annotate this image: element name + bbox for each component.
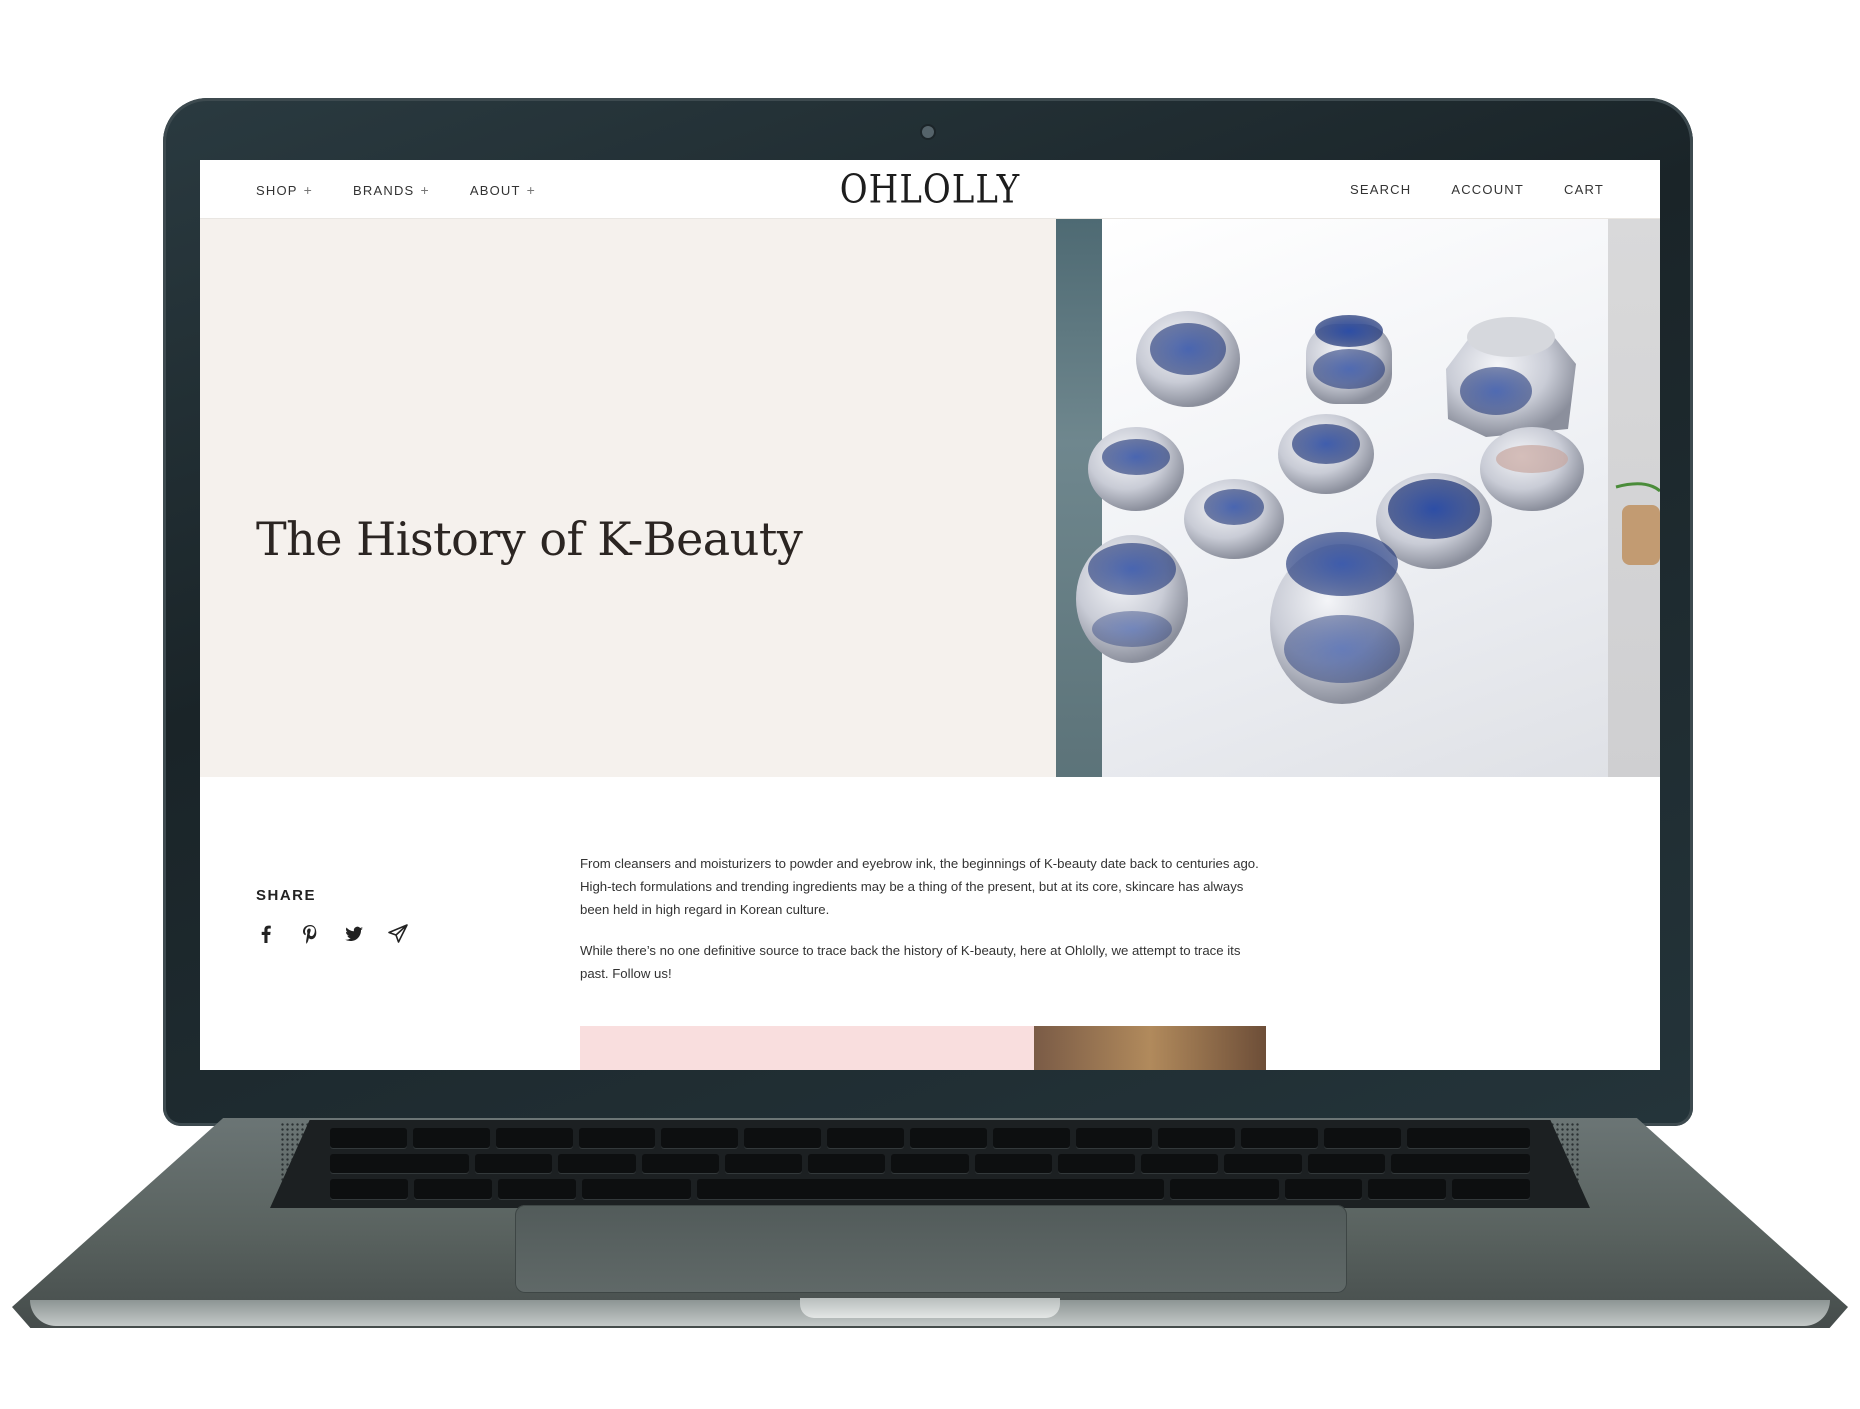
jar-6	[1480, 427, 1584, 511]
jar-1	[1136, 311, 1240, 407]
article-image-pink-block	[580, 1026, 1034, 1070]
laptop-screen: SHOP + BRANDS + ABOUT + OHLOLLY SEARCH ACCO…	[200, 160, 1660, 1070]
send-icon[interactable]	[386, 922, 410, 946]
nav-account[interactable]: ACCOUNT	[1451, 182, 1524, 197]
share-label: SHARE	[256, 887, 317, 904]
article-paragraph: While there’s no one definitive source t…	[580, 943, 1241, 981]
plant-stem	[1615, 482, 1660, 493]
article-image	[580, 1026, 1266, 1070]
jar-7	[1184, 479, 1284, 559]
utility-nav: SEARCH ACCOUNT CART	[1350, 182, 1604, 197]
jar-4	[1088, 427, 1184, 511]
trackpad	[515, 1205, 1347, 1293]
pinterest-icon[interactable]	[298, 922, 322, 946]
webcam	[922, 126, 934, 138]
blue-white-porcelain-jars-image	[1056, 219, 1660, 777]
article-body: From cleansers and moisturizers to powde…	[580, 852, 1270, 1003]
jar-5	[1278, 414, 1374, 494]
facebook-icon[interactable]	[254, 922, 278, 946]
share-icons	[254, 922, 410, 946]
nav-search[interactable]: SEARCH	[1350, 182, 1411, 197]
decor-object	[1622, 505, 1660, 565]
keyboard	[270, 1120, 1590, 1208]
nav-cart[interactable]: CART	[1564, 182, 1604, 197]
jar-9	[1076, 535, 1188, 663]
article-paragraph: From cleansers and moisturizers to powde…	[580, 856, 1259, 917]
jar-10	[1270, 532, 1414, 704]
laptop-lid-notch	[800, 1298, 1060, 1318]
jar-2	[1306, 315, 1392, 404]
jar-3	[1446, 317, 1576, 437]
twitter-icon[interactable]	[342, 922, 366, 946]
site-header: SHOP + BRANDS + ABOUT + OHLOLLY SEARCH ACCO…	[200, 160, 1660, 219]
porcelain-jars-illustration	[1076, 311, 1660, 704]
hero-panel: The History of K-Beauty	[200, 219, 1056, 777]
article-image-photo	[1034, 1026, 1266, 1070]
page-title: The History of K-Beauty	[256, 512, 803, 566]
